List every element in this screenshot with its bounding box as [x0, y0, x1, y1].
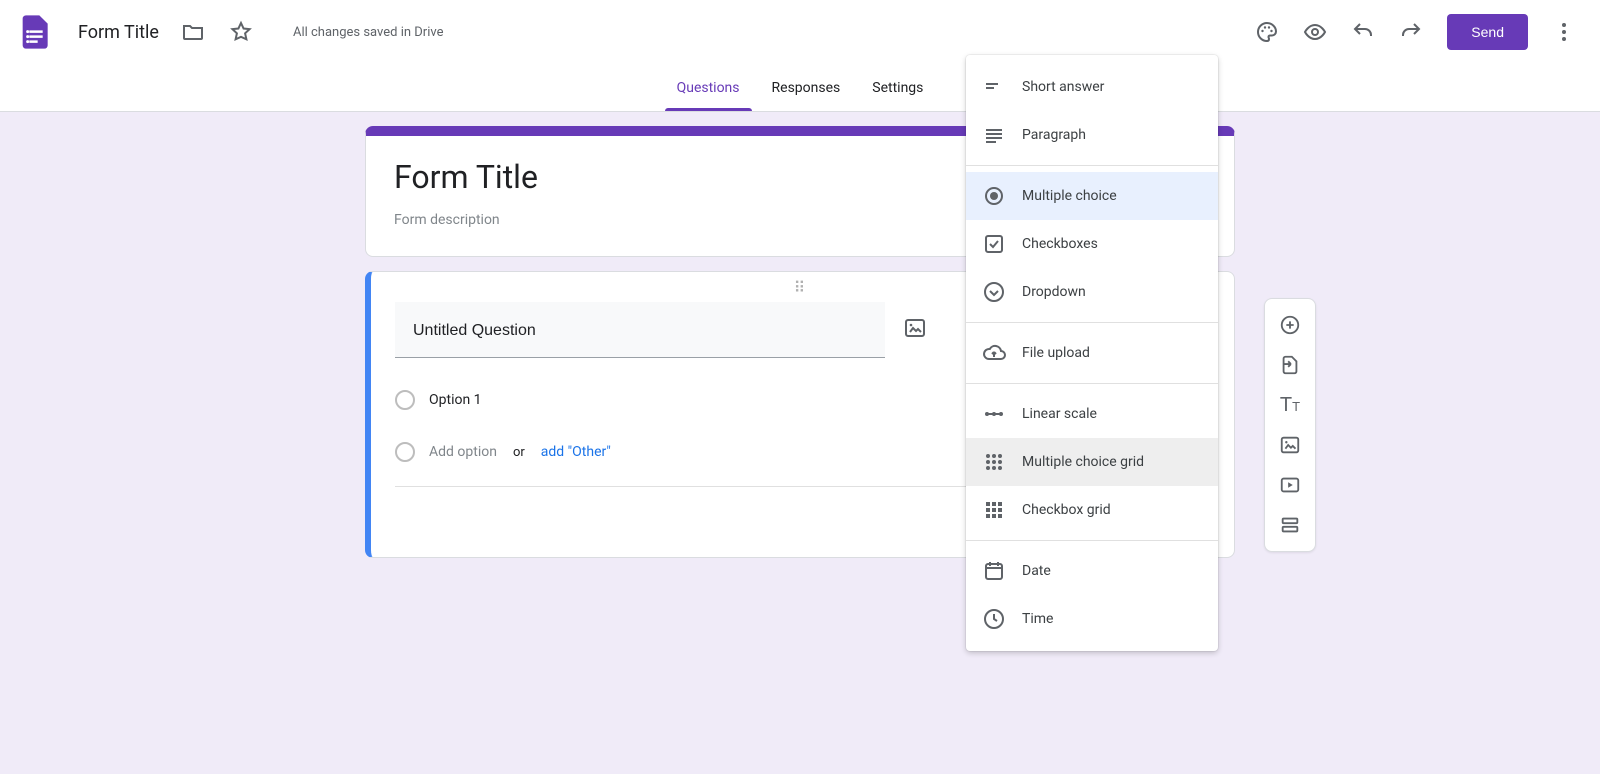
question-title-input-wrap[interactable]	[395, 302, 885, 358]
dropdown-icon	[982, 280, 1006, 304]
add-video-icon	[1279, 474, 1301, 496]
type-menu-item-label: Paragraph	[1022, 127, 1086, 143]
type-menu-item-label: Dropdown	[1022, 284, 1086, 300]
type-menu-item-label: Checkbox grid	[1022, 502, 1111, 518]
save-status: All changes saved in Drive	[293, 25, 444, 40]
linear-scale-icon	[982, 402, 1006, 426]
add-other-button[interactable]: add "Other"	[541, 444, 611, 460]
type-menu-item[interactable]: Checkbox grid	[966, 486, 1218, 534]
type-menu-item[interactable]: Checkboxes	[966, 220, 1218, 268]
undo-icon	[1351, 20, 1375, 44]
radio-icon	[395, 390, 415, 410]
tab-responses[interactable]: Responses	[770, 64, 843, 111]
grid-radio-icon	[982, 450, 1006, 474]
question-title-input[interactable]	[411, 321, 869, 341]
menu-separator	[966, 322, 1218, 323]
type-menu-item[interactable]: Multiple choice	[966, 172, 1218, 220]
tab-questions[interactable]: Questions	[675, 64, 742, 111]
star-icon	[229, 20, 253, 44]
more-button[interactable]	[1544, 12, 1584, 52]
add-section-button[interactable]	[1270, 505, 1310, 545]
palette-icon	[1255, 20, 1279, 44]
topbar: Form Title All changes saved in Drive Se…	[0, 0, 1600, 64]
add-option-button[interactable]: Add option	[429, 444, 497, 460]
type-menu-item[interactable]: Time	[966, 595, 1218, 643]
more-vert-icon	[1552, 20, 1576, 44]
undo-button[interactable]	[1343, 12, 1383, 52]
radio-icon	[982, 184, 1006, 208]
eye-icon	[1303, 20, 1327, 44]
move-to-folder-button[interactable]	[173, 12, 213, 52]
add-question-button[interactable]	[1270, 305, 1310, 345]
short-text-icon	[982, 75, 1006, 99]
import-questions-button[interactable]	[1270, 345, 1310, 385]
type-menu-item[interactable]: Multiple choice grid	[966, 438, 1218, 486]
add-section-icon	[1279, 514, 1301, 536]
cloud-upload-icon	[982, 341, 1006, 365]
type-menu-item-label: Multiple choice	[1022, 188, 1117, 204]
menu-separator	[966, 383, 1218, 384]
redo-icon	[1399, 20, 1423, 44]
type-menu-item[interactable]: Date	[966, 547, 1218, 595]
or-label: or	[513, 445, 525, 460]
grid-check-icon	[982, 498, 1006, 522]
form-body: Form Title Form description ⠿ Option 1	[0, 112, 1600, 774]
tab-settings[interactable]: Settings	[870, 64, 925, 111]
forms-logo[interactable]	[16, 12, 56, 52]
add-title-icon: TT	[1280, 394, 1300, 417]
type-menu-item-label: Linear scale	[1022, 406, 1097, 422]
menu-separator	[966, 165, 1218, 166]
redo-button[interactable]	[1391, 12, 1431, 52]
type-menu-item-label: Checkboxes	[1022, 236, 1098, 252]
import-questions-icon	[1279, 354, 1301, 376]
add-video-button[interactable]	[1270, 465, 1310, 505]
send-button[interactable]: Send	[1447, 14, 1528, 50]
paragraph-icon	[982, 123, 1006, 147]
type-menu-item[interactable]: Short answer	[966, 63, 1218, 111]
tabs: Questions Responses Settings	[0, 64, 1600, 112]
question-type-menu[interactable]: Short answer Paragraph Multiple choice Chec…	[966, 55, 1218, 651]
folder-icon	[181, 20, 205, 44]
type-menu-item-label: Date	[1022, 563, 1051, 579]
type-menu-item-label: Short answer	[1022, 79, 1104, 95]
star-button[interactable]	[221, 12, 261, 52]
type-menu-item[interactable]: Dropdown	[966, 268, 1218, 316]
customize-theme-button[interactable]	[1247, 12, 1287, 52]
image-icon	[903, 316, 927, 340]
type-menu-item[interactable]: File upload	[966, 329, 1218, 377]
add-question-icon	[1279, 314, 1301, 336]
time-icon	[982, 607, 1006, 631]
checkbox-icon	[982, 232, 1006, 256]
radio-icon	[395, 442, 415, 462]
type-menu-item[interactable]: Linear scale	[966, 390, 1218, 438]
add-image-button[interactable]	[1270, 425, 1310, 465]
side-toolbar: TT	[1264, 298, 1316, 552]
add-image-to-question-button[interactable]	[903, 316, 927, 344]
date-icon	[982, 559, 1006, 583]
option-label[interactable]: Option 1	[429, 392, 482, 408]
add-image-icon	[1279, 434, 1301, 456]
type-menu-item-label: Time	[1022, 611, 1053, 627]
type-menu-item[interactable]: Paragraph	[966, 111, 1218, 159]
preview-button[interactable]	[1295, 12, 1335, 52]
add-title-button[interactable]: TT	[1270, 385, 1310, 425]
type-menu-item-label: Multiple choice grid	[1022, 454, 1144, 470]
menu-separator	[966, 540, 1218, 541]
type-menu-item-label: File upload	[1022, 345, 1090, 361]
doc-title[interactable]: Form Title	[72, 18, 165, 47]
